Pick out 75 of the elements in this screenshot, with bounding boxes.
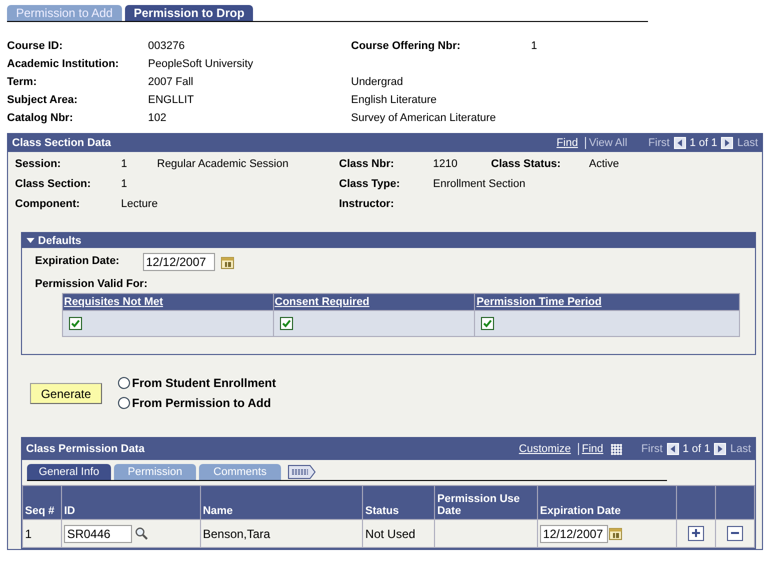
search-icon[interactable] [135, 527, 148, 540]
field-label: Class Type: [339, 178, 401, 192]
page-tab[interactable]: Permission to Drop [124, 5, 254, 21]
add-row-button[interactable] [688, 526, 704, 541]
field-label: Course ID: [7, 40, 64, 54]
grid-icon[interactable] [610, 443, 624, 455]
table-cell: 1 [22, 520, 62, 548]
previous-icon[interactable] [666, 443, 679, 455]
field-value: 102 [148, 112, 168, 126]
field-label: Instructor: [339, 198, 395, 212]
row-count: 1 of 1 [690, 137, 718, 149]
next-icon[interactable] [714, 443, 726, 455]
grid-tab[interactable]: General Info [27, 464, 111, 480]
date-field[interactable]: 12/12/2007 [143, 253, 215, 271]
field-label: Course Offering Nbr: [351, 40, 462, 54]
field-value: Lecture [121, 198, 157, 212]
show-all-columns-icon[interactable] [288, 465, 316, 479]
column-header: Status [362, 486, 435, 520]
field-value: Enrollment Section [433, 178, 526, 192]
field-label: Class Status: [491, 158, 562, 172]
last-label: Last [730, 443, 751, 455]
id-field[interactable]: SR0446 [64, 524, 132, 542]
checkbox[interactable] [69, 317, 82, 330]
checkbox[interactable] [280, 317, 293, 330]
table-cell: Not Used [362, 520, 435, 548]
column-header: ID [62, 486, 200, 520]
delete-row-button[interactable] [726, 526, 743, 541]
first-label: First [641, 443, 663, 455]
field-value: 2007 Fall [148, 76, 194, 90]
column-header: Name [200, 486, 363, 520]
checkbox[interactable] [481, 317, 494, 330]
column-header: Expiration Date [538, 486, 676, 520]
nav-link[interactable]: Find [578, 443, 606, 455]
column-header: Seq # [22, 486, 62, 520]
calendar-icon[interactable] [609, 527, 622, 540]
field-label: Class Section: [15, 178, 92, 192]
field-value: 1 [121, 178, 128, 192]
field-value: 1210 [433, 158, 458, 172]
nav-link[interactable]: Customize [516, 443, 574, 455]
collapse-icon[interactable] [26, 236, 35, 245]
last-label: Last [737, 137, 758, 149]
field-label: Term: [7, 76, 38, 90]
field-value: 1 [531, 40, 538, 54]
radio-button[interactable] [118, 397, 130, 409]
calendar-icon[interactable] [221, 256, 234, 268]
field-label: Session: [15, 158, 62, 172]
field-label: Permission Valid For: [34, 277, 148, 292]
nav-link[interactable]: Find [554, 137, 581, 149]
field-value: ENGLLIT [148, 94, 195, 108]
field-value: English Literature [351, 94, 438, 108]
field-label: Class Nbr: [339, 158, 396, 172]
field-label: Subject Area: [7, 94, 79, 108]
table-cell: Benson,Tara [200, 520, 363, 548]
panel-title: Class Section Data [12, 137, 112, 149]
next-icon[interactable] [721, 137, 734, 149]
row-count: 1 of 1 [682, 443, 710, 455]
column-header: Permission Use Date [434, 486, 538, 520]
field-label: Catalog Nbr: [7, 112, 74, 126]
field-value: Undergrad [351, 76, 404, 90]
date-field[interactable]: 12/12/2007 [540, 524, 608, 542]
field-value: 003276 [148, 40, 186, 54]
field-value: Survey of American Literature [351, 112, 497, 126]
plus-icon [690, 528, 701, 538]
first-label: First [648, 137, 670, 149]
field-label: Component: [15, 198, 81, 212]
field-label: Expiration Date: [35, 255, 120, 269]
field-value: Regular Academic Session [157, 158, 290, 172]
field-value: 1 [121, 158, 128, 172]
generate-button[interactable]: Generate [30, 383, 102, 404]
radio-button[interactable] [118, 377, 130, 389]
field-value: PeopleSoft University [148, 58, 254, 72]
previous-icon[interactable] [674, 137, 686, 149]
panel-title: Class Permission Data [26, 443, 146, 455]
field-value: Active [589, 158, 620, 172]
field-label: Academic Institution: [7, 58, 120, 72]
